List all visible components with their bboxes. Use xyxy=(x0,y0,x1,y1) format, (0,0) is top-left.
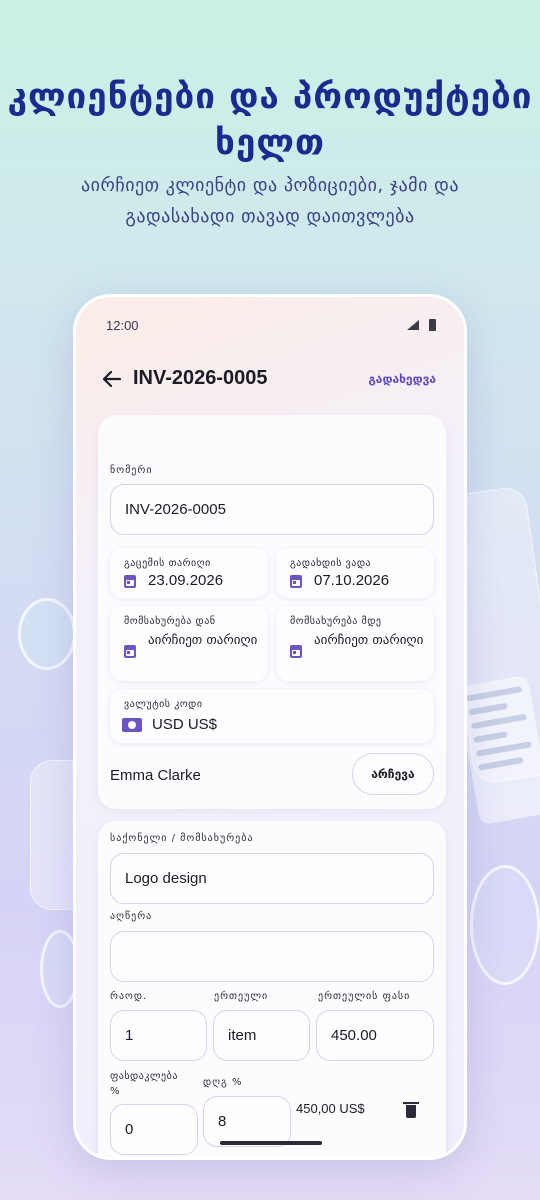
home-indicator xyxy=(220,1141,322,1145)
signal-icon xyxy=(407,320,419,330)
vat-label: დღგ % xyxy=(203,1077,243,1088)
quantity-field[interactable]: 1 xyxy=(110,1010,207,1061)
calendar-icon xyxy=(124,575,136,588)
line-total: 450,00 US$ xyxy=(296,1101,365,1116)
due-date-label: გადახდის ვადა xyxy=(290,558,372,569)
invoice-number-field[interactable]: INV-2026-0005 xyxy=(110,484,434,535)
service-from-label: მომსახურება დან xyxy=(124,616,216,627)
status-icons xyxy=(407,319,436,331)
service-from-tile[interactable]: მომსახურება დან აირჩიეთ თარიღი xyxy=(110,606,268,681)
number-label: ნომერი xyxy=(110,465,153,476)
service-to-label: მომსახურება მდე xyxy=(290,616,382,627)
app-screen: 12:00 INV-2026-0005 გადახედვა ნომერი INV… xyxy=(76,297,464,1157)
service-to-tile[interactable]: მომსახურება მდე აირჩიეთ თარიღი xyxy=(276,606,434,681)
unit-price-field[interactable]: 450.00 xyxy=(316,1010,434,1061)
calendar-icon xyxy=(290,575,302,588)
issue-date-label: გაცემის თარიღი xyxy=(124,558,211,569)
choose-client-button[interactable]: არჩევა xyxy=(352,753,434,795)
unit-field[interactable]: item xyxy=(213,1010,310,1061)
product-label: საქონელი / მომსახურება xyxy=(110,833,254,844)
hero-title: კლიენტები და პროდუქტები ხელთ xyxy=(7,77,533,163)
unit-price-label: ერთეულის ფასი xyxy=(318,991,411,1002)
quantity-label: რაოდ. xyxy=(110,991,148,1002)
vat-field[interactable]: 8 xyxy=(203,1096,291,1147)
line-item-card: საქონელი / მომსახურება Logo design აღწერ… xyxy=(98,821,446,1157)
service-to-value: აირჩიეთ თარიღი xyxy=(314,633,424,648)
background-lens-decoration xyxy=(470,865,540,985)
calendar-icon xyxy=(124,645,136,658)
due-date-value: 07.10.2026 xyxy=(314,572,390,589)
delete-icon[interactable] xyxy=(403,1102,419,1118)
invoice-details-card: ნომერი INV-2026-0005 გაცემის თარიღი 23.0… xyxy=(98,415,446,809)
description-field[interactable] xyxy=(110,931,434,982)
hero-subtitle: აირჩიეთ კლიენტი და პოზიციები, ჯამი და გა… xyxy=(81,175,459,227)
background-document-illustration xyxy=(456,674,540,826)
calendar-icon xyxy=(290,645,302,658)
invoice-title: INV-2026-0005 xyxy=(133,367,268,389)
discount-label: ფასდაკლება % xyxy=(110,1071,178,1097)
phone-frame: 12:00 INV-2026-0005 გადახედვა ნომერი INV… xyxy=(73,294,467,1160)
discount-field[interactable]: 0 xyxy=(110,1104,198,1155)
unit-label: ერთეული xyxy=(214,991,269,1002)
issue-date-value: 23.09.2026 xyxy=(148,572,224,589)
currency-value: USD US$ xyxy=(152,716,218,733)
top-app-bar: INV-2026-0005 გადახედვა xyxy=(76,363,464,401)
cash-icon xyxy=(122,718,142,732)
due-date-tile[interactable]: გადახდის ვადა 07.10.2026 xyxy=(276,548,434,598)
description-label: აღწერა xyxy=(110,911,153,922)
issue-date-tile[interactable]: გაცემის თარიღი 23.09.2026 xyxy=(110,548,268,598)
product-field[interactable]: Logo design xyxy=(110,853,434,904)
currency-tile[interactable]: ვალუტის კოდი USD US$ xyxy=(110,689,434,743)
client-name: Emma Clarke xyxy=(110,767,201,784)
currency-label: ვალუტის კოდი xyxy=(124,699,203,710)
preview-button[interactable]: გადახედვა xyxy=(368,372,436,386)
service-from-value: აირჩიეთ თარიღი xyxy=(148,633,258,648)
back-arrow-icon[interactable] xyxy=(100,367,124,391)
background-lens-decoration xyxy=(18,598,76,670)
status-time: 12:00 xyxy=(106,318,139,333)
battery-icon xyxy=(429,319,436,331)
